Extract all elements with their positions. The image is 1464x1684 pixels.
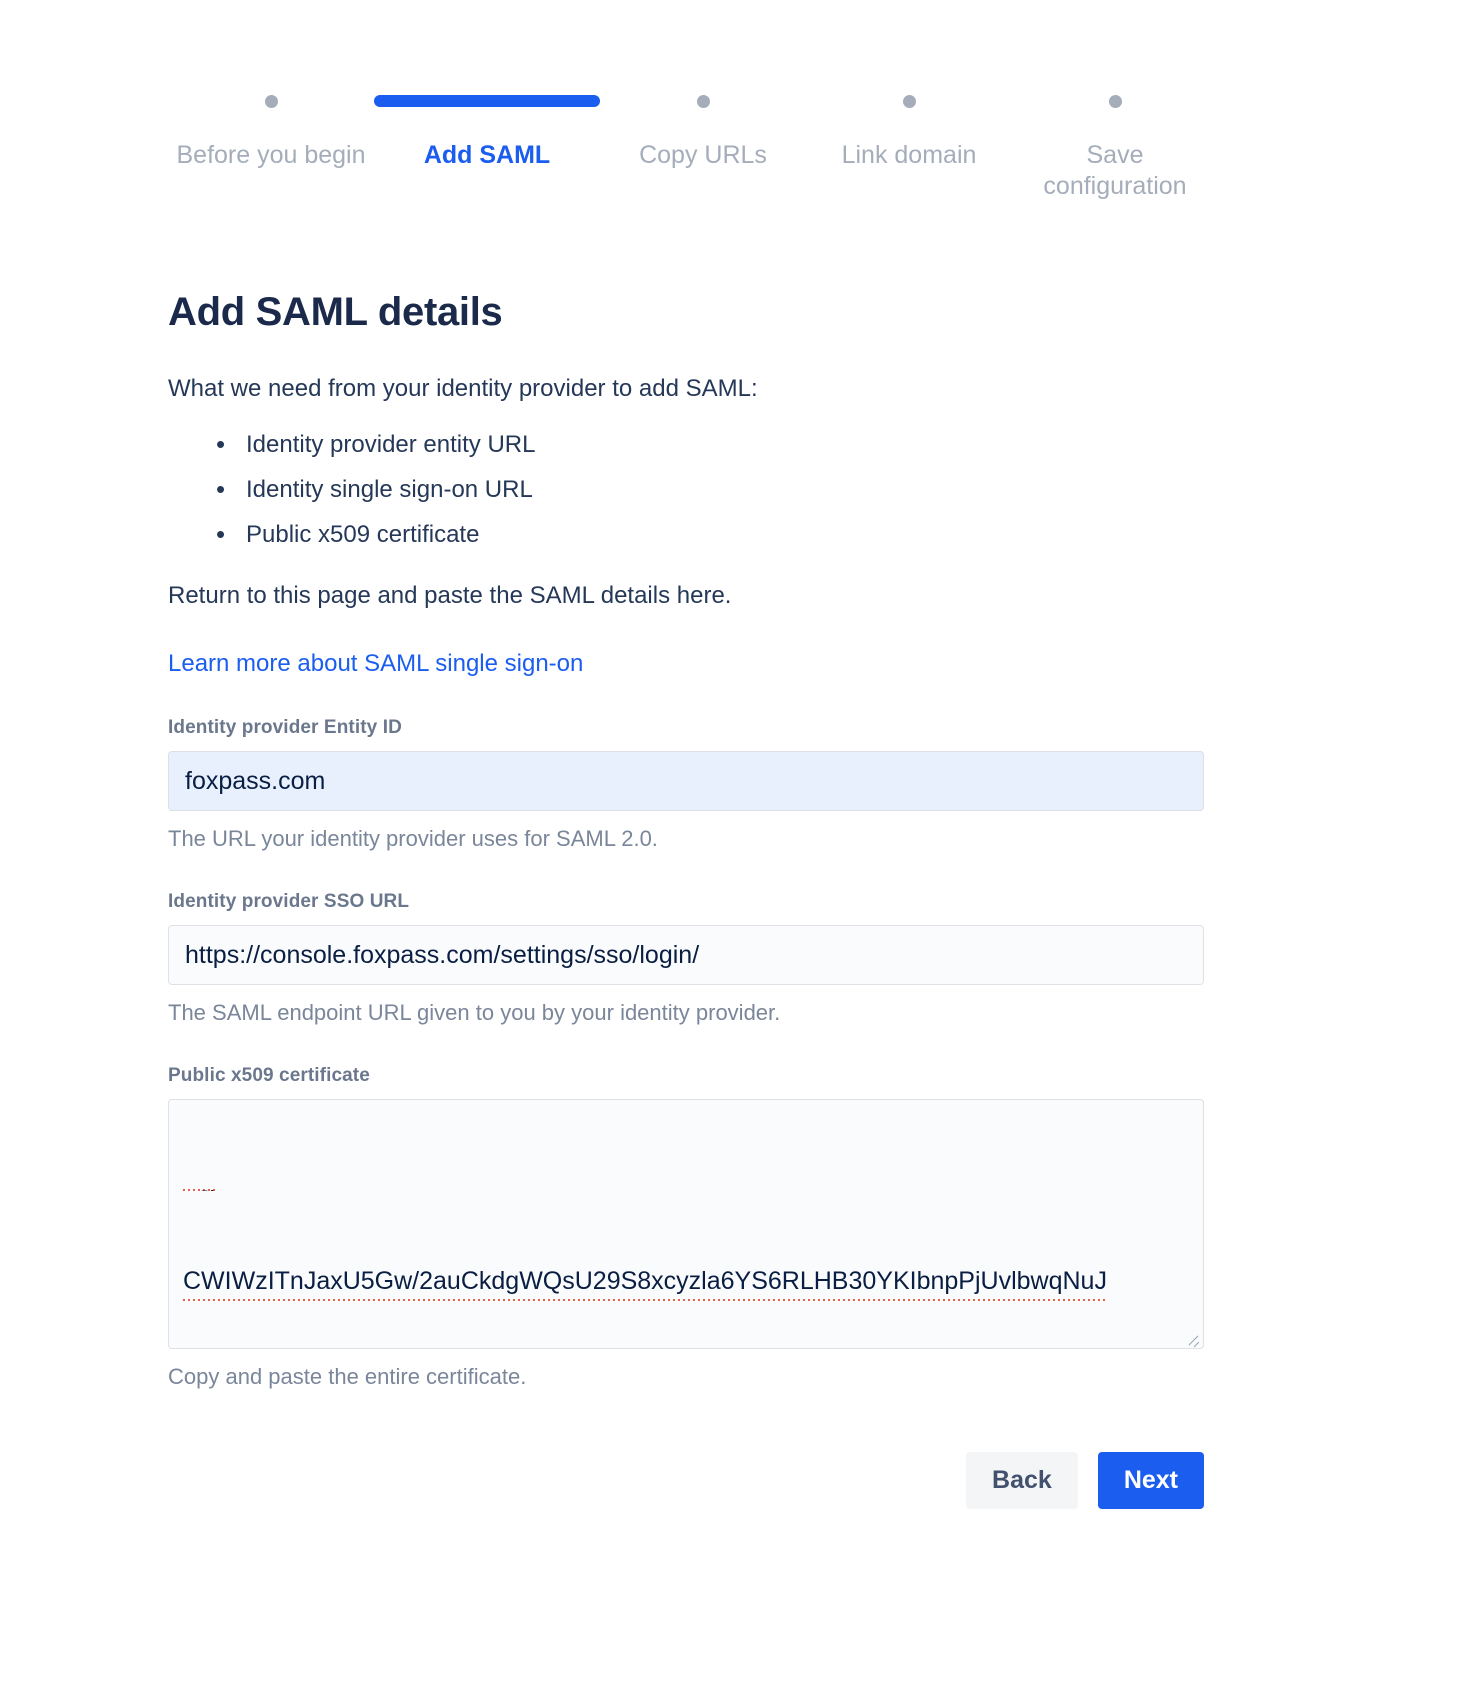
certificate-line: gJl	[183, 1182, 215, 1191]
field-label-certificate: Public x509 certificate	[168, 1065, 370, 1086]
list-item: Identity provider entity URL	[216, 422, 1204, 467]
step-marker	[168, 88, 374, 114]
field-entity-id: Identity provider Entity ID The URL your…	[168, 716, 1204, 853]
step-marker	[600, 88, 806, 114]
field-label-entity-id: Identity provider Entity ID	[168, 717, 402, 738]
page-title: Add SAML details	[168, 290, 503, 334]
field-sso-url: Identity provider SSO URL The SAML endpo…	[168, 890, 1204, 1027]
step-dot-icon	[902, 94, 916, 108]
next-button[interactable]: Next	[1097, 1452, 1204, 1509]
step-add-saml[interactable]: Add SAML	[374, 88, 600, 171]
certificate-textarea-wrapper: gJl CWIWzITnJaxU5Gw/2auCkdgWQsU29S8xcyzl…	[168, 1099, 1204, 1349]
certificate-line: CWIWzITnJaxU5Gw/2auCkdgWQsU29S8xcyzla6YS…	[183, 1263, 1107, 1301]
field-help-entity-id: The URL your identity provider uses for …	[168, 826, 658, 851]
back-button[interactable]: Back	[966, 1452, 1078, 1509]
step-label: Save configuration	[1043, 141, 1187, 200]
step-dot-icon	[264, 94, 278, 108]
step-marker	[1012, 88, 1218, 114]
step-dot-icon	[696, 94, 710, 108]
list-item: Public x509 certificate	[216, 512, 1204, 557]
wizard-stepper: Before you begin Add SAML Copy URLs Link…	[168, 88, 1218, 202]
step-label: Add SAML	[423, 141, 551, 169]
entity-id-input[interactable]	[168, 751, 1204, 811]
list-item: Identity single sign-on URL	[216, 467, 1204, 512]
step-save-configuration[interactable]: Save configuration	[1012, 88, 1218, 202]
step-copy-urls[interactable]: Copy URLs	[600, 88, 806, 171]
step-marker	[806, 88, 1012, 114]
field-help-sso-url: The SAML endpoint URL given to you by yo…	[168, 1000, 781, 1025]
sso-url-input[interactable]	[168, 925, 1204, 985]
field-label-sso-url: Identity provider SSO URL	[168, 891, 410, 912]
step-label: Before you begin	[176, 141, 366, 169]
step-marker	[374, 88, 600, 114]
step-before-you-begin[interactable]: Before you begin	[168, 88, 374, 171]
step-label: Link domain	[841, 141, 977, 169]
step-link-domain[interactable]: Link domain	[806, 88, 1012, 171]
field-certificate: Public x509 certificate gJl CWIWzITnJaxU…	[168, 1064, 1204, 1391]
main-content: Add SAML details What we need from your …	[168, 288, 1204, 1391]
intro-text: What we need from your identity provider…	[168, 375, 758, 402]
field-help-certificate: Copy and paste the entire certificate.	[168, 1364, 527, 1389]
requirements-list: Identity provider entity URL Identity si…	[168, 422, 1204, 557]
learn-more-link[interactable]: Learn more about SAML single sign-on	[168, 649, 583, 679]
footer-actions: Back Next	[168, 1452, 1204, 1509]
step-dot-icon	[1108, 94, 1122, 108]
step-progress-bar-icon	[374, 95, 600, 107]
step-label: Copy URLs	[639, 141, 767, 169]
return-note: Return to this page and paste the SAML d…	[168, 582, 732, 609]
certificate-textarea[interactable]: gJl CWIWzITnJaxU5Gw/2auCkdgWQsU29S8xcyzl…	[168, 1099, 1204, 1349]
